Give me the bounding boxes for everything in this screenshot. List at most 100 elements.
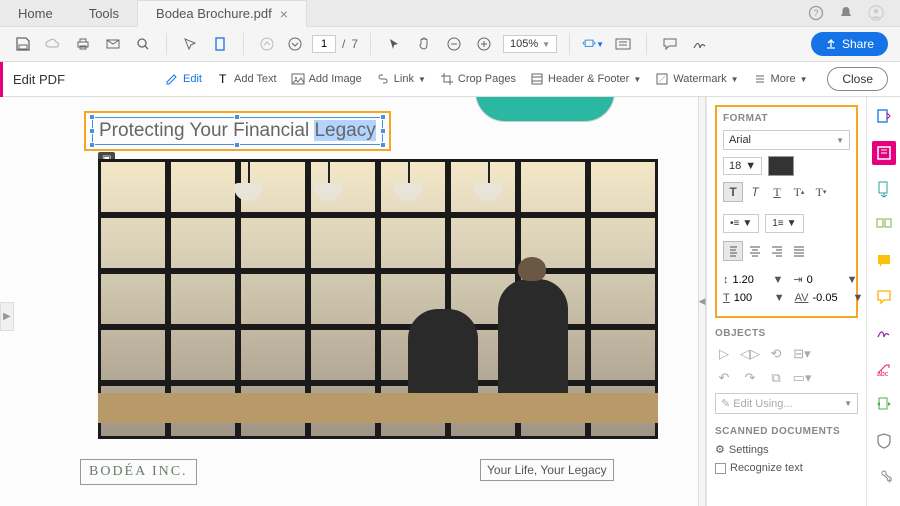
save-icon[interactable]: [12, 33, 34, 55]
title-text: Protecting Your Financial: [99, 120, 314, 141]
sidebar-comment-icon[interactable]: [872, 249, 896, 273]
font-family-select[interactable]: Arial▼: [723, 130, 850, 150]
page-up-icon[interactable]: [256, 33, 278, 55]
zoom-out-icon[interactable]: [443, 33, 465, 55]
svg-text:?: ?: [813, 8, 818, 18]
tracking-input[interactable]: [812, 292, 848, 304]
tab-home[interactable]: Home: [0, 0, 71, 27]
bullet-list-button[interactable]: •≡ ▼: [723, 214, 759, 233]
superscript-button[interactable]: T▴: [789, 182, 809, 202]
add-text-tool[interactable]: TAdd Text: [216, 72, 277, 86]
hscale-icon: T: [723, 292, 730, 304]
rotate-ccw-icon[interactable]: ⟲: [767, 345, 785, 363]
zoom-in-icon[interactable]: [473, 33, 495, 55]
link-tool[interactable]: Link▼: [376, 72, 426, 86]
numbered-list-button[interactable]: 1≡ ▼: [765, 214, 803, 233]
add-image-tool[interactable]: Add Image: [291, 72, 362, 86]
close-button[interactable]: Close: [827, 67, 888, 91]
crop-tool[interactable]: Crop Pages: [440, 72, 516, 86]
help-icon[interactable]: ?: [808, 5, 824, 21]
page-down-icon[interactable]: [284, 33, 306, 55]
subscript-button[interactable]: T▾: [811, 182, 831, 202]
align-left-button[interactable]: [723, 241, 743, 261]
watermark-tool[interactable]: Watermark▼: [655, 72, 738, 86]
tab-file-label: Bodea Brochure.pdf: [156, 6, 272, 21]
title-highlighted-word: Legacy: [314, 120, 375, 141]
sidebar-create-icon[interactable]: [872, 105, 896, 129]
header-footer-tool[interactable]: Header & Footer▼: [530, 72, 641, 86]
crop-object-icon[interactable]: ⧉: [767, 369, 785, 387]
close-tab-icon[interactable]: ×: [280, 6, 288, 22]
indent-input[interactable]: [807, 274, 843, 286]
sidebar-protect-icon[interactable]: [872, 429, 896, 453]
format-heading: FORMAT: [723, 113, 850, 124]
align-justify-button[interactable]: [789, 241, 809, 261]
edit-tool[interactable]: Edit: [165, 72, 202, 86]
line-height-input[interactable]: [733, 274, 769, 286]
edit-using-select[interactable]: ✎ Edit Using...▼: [715, 393, 858, 414]
sidebar-note-icon[interactable]: [872, 285, 896, 309]
sidebar-edit-icon[interactable]: [872, 141, 896, 165]
print-icon[interactable]: [72, 33, 94, 55]
left-panel-expand[interactable]: ▶: [0, 302, 14, 331]
tab-tools[interactable]: Tools: [71, 0, 137, 27]
rotate-right-icon[interactable]: ↷: [741, 369, 759, 387]
tagline-text[interactable]: Your Life, Your Legacy: [480, 459, 614, 481]
sidebar-organize-icon[interactable]: [872, 213, 896, 237]
hscale-input[interactable]: [734, 292, 770, 304]
flip-h-icon[interactable]: ▷: [715, 345, 733, 363]
sign-icon[interactable]: [689, 33, 711, 55]
text-selection-highlight: Protecting Your Financial Legacy: [84, 111, 391, 151]
font-size-select[interactable]: 18▼: [723, 157, 762, 175]
arrange-icon[interactable]: ⊟▾: [793, 345, 811, 363]
bell-icon[interactable]: [838, 5, 854, 21]
underline-button[interactable]: T: [767, 182, 787, 202]
align-right-button[interactable]: [767, 241, 787, 261]
rotate-left-icon[interactable]: ↶: [715, 369, 733, 387]
comment-icon[interactable]: [659, 33, 681, 55]
bold-button[interactable]: T: [723, 182, 743, 202]
replace-icon[interactable]: ▭▾: [793, 369, 811, 387]
cloud-icon[interactable]: [42, 33, 64, 55]
page-view-icon[interactable]: [209, 33, 231, 55]
search-icon[interactable]: [132, 33, 154, 55]
decorative-shape: [475, 97, 615, 122]
sidebar-sign-icon[interactable]: [872, 321, 896, 345]
zoom-select[interactable]: 105%▼: [503, 35, 557, 53]
settings-link[interactable]: ⚙ Settings: [715, 443, 858, 456]
share-button[interactable]: Share: [811, 32, 888, 56]
document-canvas[interactable]: ▶ Protecting Your Financial Legacy ▣ BOD…: [0, 97, 698, 506]
italic-button[interactable]: T: [745, 182, 765, 202]
more-tool[interactable]: More▼: [753, 72, 808, 86]
text-color-swatch[interactable]: [768, 156, 794, 176]
company-logo[interactable]: BODÉA INC.: [80, 459, 197, 485]
sidebar-combine-icon[interactable]: [872, 393, 896, 417]
pointer-icon[interactable]: [383, 33, 405, 55]
scanned-heading: SCANNED DOCUMENTS: [715, 426, 858, 437]
page-current-input[interactable]: [312, 35, 336, 53]
selection-tool-icon[interactable]: [179, 33, 201, 55]
edit-pdf-title: Edit PDF: [13, 72, 65, 87]
document-image[interactable]: [98, 159, 658, 439]
format-panel-highlight: FORMAT Arial▼ 18▼ T T T T▴ T▾ •≡ ▼ 1≡ ▼: [715, 105, 858, 318]
selected-text-frame[interactable]: Protecting Your Financial Legacy: [92, 117, 383, 145]
read-mode-icon[interactable]: [612, 33, 634, 55]
page-sep: /: [342, 37, 345, 51]
tab-file[interactable]: Bodea Brochure.pdf ×: [137, 0, 307, 27]
fit-width-icon[interactable]: ▼: [582, 33, 604, 55]
account-icon[interactable]: [868, 5, 884, 21]
align-center-button[interactable]: [745, 241, 765, 261]
hand-icon[interactable]: [413, 33, 435, 55]
sidebar-redact-icon[interactable]: abc: [872, 357, 896, 381]
line-height-icon: ↕: [723, 274, 729, 286]
right-panel-collapse[interactable]: ◀: [698, 97, 706, 506]
recognize-text-checkbox[interactable]: Recognize text: [715, 462, 858, 474]
sidebar-more-tools-icon[interactable]: +: [872, 465, 896, 489]
tracking-icon: AV: [795, 292, 809, 304]
sidebar-export-icon[interactable]: [872, 177, 896, 201]
indent-icon: ⇥: [793, 273, 802, 286]
objects-heading: OBJECTS: [715, 328, 858, 339]
mail-icon[interactable]: [102, 33, 124, 55]
page-total: 7: [351, 37, 358, 51]
flip-v-icon[interactable]: ◁▷: [741, 345, 759, 363]
